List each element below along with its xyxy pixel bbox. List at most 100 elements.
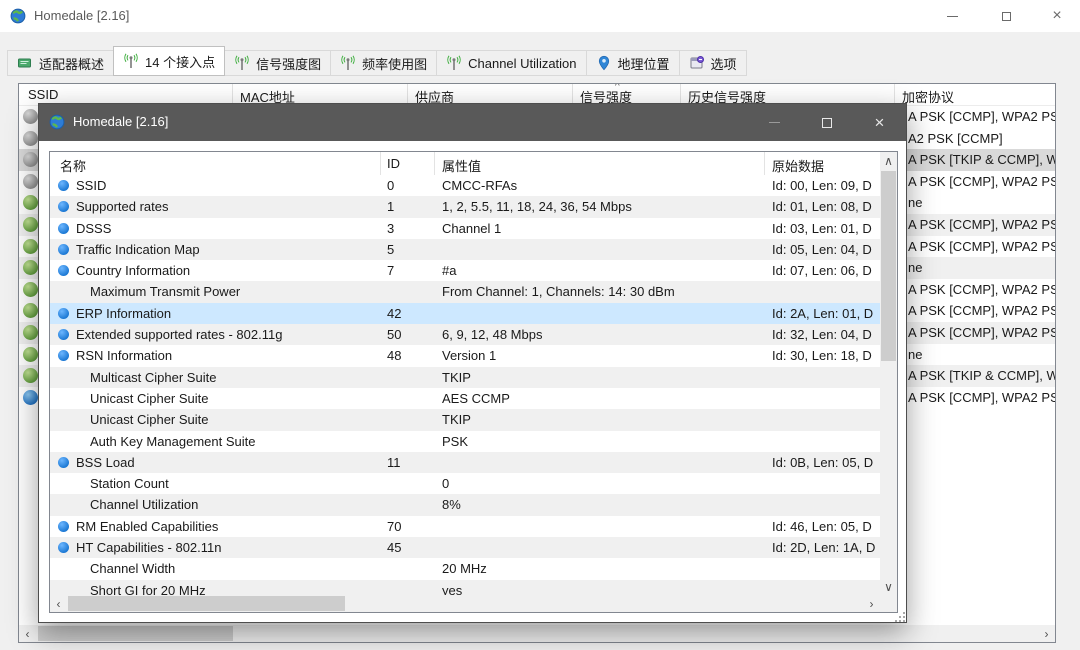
attribute-bullet-icon	[58, 521, 69, 532]
detail-row[interactable]: HT Capabilities - 802.11n45Id: 2D, Len: …	[50, 537, 880, 558]
detail-row[interactable]: Unicast Cipher SuiteTKIP	[50, 409, 880, 430]
tab-geolocation[interactable]: 地理位置	[586, 50, 680, 76]
tab-access-points[interactable]: 14 个接入点	[113, 46, 225, 76]
detail-row[interactable]: Extended supported rates - 802.11g506, 9…	[50, 324, 880, 345]
antenna-icon	[340, 55, 356, 71]
scrollbar-thumb[interactable]	[881, 171, 896, 361]
resize-grip-icon[interactable]	[899, 616, 901, 618]
attribute-bullet-icon	[58, 308, 69, 319]
attribute-bullet-icon	[58, 350, 69, 361]
column-header-ssid[interactable]: SSID	[28, 87, 58, 102]
ap-status-icon	[23, 368, 38, 383]
detail-row[interactable]: RSN Information48Version 1Id: 30, Len: 1…	[50, 345, 880, 366]
detail-row[interactable]: RM Enabled Capabilities70Id: 46, Len: 05…	[50, 516, 880, 537]
detail-vertical-scrollbar[interactable]: ∧ ∨	[880, 152, 897, 595]
dialog-maximize-button[interactable]	[804, 104, 849, 141]
detail-row[interactable]: Country Information7#aId: 07, Len: 06, D	[50, 260, 880, 281]
homedale-globe-icon	[10, 8, 26, 27]
detail-row[interactable]: Traffic Indication Map5Id: 05, Len: 04, …	[50, 239, 880, 260]
detail-rows: SSID0CMCC-RFAsId: 00, Len: 09, D Support…	[50, 175, 880, 595]
detail-row[interactable]: Channel Utilization8%	[50, 494, 880, 515]
ap-status-icon	[23, 347, 38, 362]
column-divider[interactable]	[380, 152, 381, 175]
scroll-up-icon[interactable]: ∧	[880, 152, 897, 169]
encryption-cell: A PSK [CCMP], WPA2 PS	[908, 325, 1055, 340]
antenna-icon	[123, 53, 139, 69]
sort-ascending-icon: ^	[615, 83, 620, 92]
dialog-titlebar: Homedale [2.16] ×	[39, 104, 906, 141]
column-header-id[interactable]: ID	[387, 156, 400, 171]
detail-row[interactable]: Unicast Cipher SuiteAES CCMP	[50, 388, 880, 409]
window-title: Homedale [2.16]	[34, 8, 129, 23]
scroll-right-icon[interactable]: ›	[1038, 625, 1055, 642]
attribute-bullet-icon	[58, 201, 69, 212]
tab-adapter-overview[interactable]: 适配器概述	[7, 50, 114, 76]
ap-status-icon	[23, 109, 38, 124]
encryption-cell: A PSK [TKIP & CCMP], W	[908, 152, 1055, 167]
map-pin-icon	[596, 55, 612, 71]
dialog-minimize-button[interactable]	[752, 104, 797, 141]
ie-attribute-list: 名称 ID 属性值 原始数据 SSID0CMCC-RFAsId: 00, Len…	[49, 151, 898, 613]
adapter-icon	[17, 55, 33, 71]
column-header-value[interactable]: 属性值	[442, 156, 481, 175]
attribute-bullet-icon	[58, 329, 69, 340]
detail-row[interactable]: Short GI for 20 MHzyes	[50, 580, 880, 595]
detail-row[interactable]: BSS Load11Id: 0B, Len: 05, D	[50, 452, 880, 473]
tab-label: 地理位置	[618, 54, 670, 73]
encryption-cell: ne	[908, 260, 922, 275]
ap-status-icon	[23, 217, 38, 232]
detail-row[interactable]: Maximum Transmit PowerFrom Channel: 1, C…	[50, 281, 880, 302]
minimize-icon	[947, 16, 958, 17]
detail-row[interactable]: SSID0CMCC-RFAsId: 00, Len: 09, D	[50, 175, 880, 196]
tab-label: 信号强度图	[256, 54, 321, 73]
ap-status-icon	[23, 303, 38, 318]
close-icon: ×	[875, 114, 885, 131]
ap-status-icon	[23, 390, 38, 405]
encryption-cell: ne	[908, 347, 922, 362]
column-header-encryption[interactable]: 加密协议	[902, 87, 954, 106]
detail-row-selected[interactable]: ERP Information42Id: 2A, Len: 01, D	[50, 303, 880, 324]
detail-horizontal-scrollbar[interactable]: ‹ ›	[50, 595, 880, 612]
options-icon	[689, 55, 705, 71]
column-header-name[interactable]: 名称	[60, 156, 86, 175]
attribute-bullet-icon	[58, 457, 69, 468]
column-divider[interactable]	[434, 152, 435, 175]
detail-row[interactable]: Station Count0	[50, 473, 880, 494]
detail-row[interactable]: Supported rates11, 2, 5.5, 11, 18, 24, 3…	[50, 196, 880, 217]
minimize-button[interactable]	[929, 0, 975, 32]
dialog-close-button[interactable]: ×	[857, 104, 902, 141]
scroll-left-icon[interactable]: ‹	[50, 595, 67, 612]
scroll-down-icon[interactable]: ∨	[880, 578, 897, 595]
detail-row[interactable]: Channel Width20 MHz	[50, 558, 880, 579]
scroll-left-icon[interactable]: ‹	[19, 625, 36, 642]
encryption-cell: A PSK [CCMP], WPA2 PS	[908, 217, 1055, 232]
encryption-cell: A2 PSK [CCMP]	[908, 131, 1003, 146]
tab-signal-graph[interactable]: 信号强度图	[224, 50, 331, 76]
attribute-bullet-icon	[58, 265, 69, 276]
detail-row[interactable]: Auth Key Management SuitePSK	[50, 431, 880, 452]
maximize-button[interactable]	[983, 0, 1029, 32]
tab-label: 选项	[711, 54, 737, 73]
main-horizontal-scrollbar[interactable]: ‹ ›	[19, 625, 1055, 642]
encryption-cell: A PSK [CCMP], WPA2 PS	[908, 282, 1055, 297]
scrollbar-thumb[interactable]	[38, 626, 233, 641]
detail-row[interactable]: DSSS3Channel 1Id: 03, Len: 01, D	[50, 218, 880, 239]
tab-label: 频率使用图	[362, 54, 427, 73]
scrollbar-thumb[interactable]	[68, 596, 345, 611]
close-button[interactable]: ×	[1034, 0, 1080, 32]
tab-strip: 适配器概述 14 个接入点 信号强度图 频率使用图 Channel Utiliz…	[0, 32, 1080, 83]
homedale-app: Homedale [2.16] × 适配器概述 14 个接入点 信号强度图 频率…	[0, 0, 1080, 650]
detail-row[interactable]: Multicast Cipher SuiteTKIP	[50, 367, 880, 388]
attribute-bullet-icon	[58, 223, 69, 234]
scroll-right-icon[interactable]: ›	[863, 595, 880, 612]
tab-channel-utilization[interactable]: Channel Utilization	[436, 50, 586, 76]
tab-frequency-usage[interactable]: 频率使用图	[330, 50, 437, 76]
ap-status-icon	[23, 325, 38, 340]
attribute-bullet-icon	[58, 542, 69, 553]
column-header-raw[interactable]: 原始数据	[772, 156, 824, 175]
attribute-bullet-icon	[58, 244, 69, 255]
tab-options[interactable]: 选项	[679, 50, 747, 76]
ap-status-icon	[23, 195, 38, 210]
encryption-cell: A PSK [CCMP], WPA2 PS	[908, 390, 1055, 405]
column-divider[interactable]	[764, 152, 765, 175]
